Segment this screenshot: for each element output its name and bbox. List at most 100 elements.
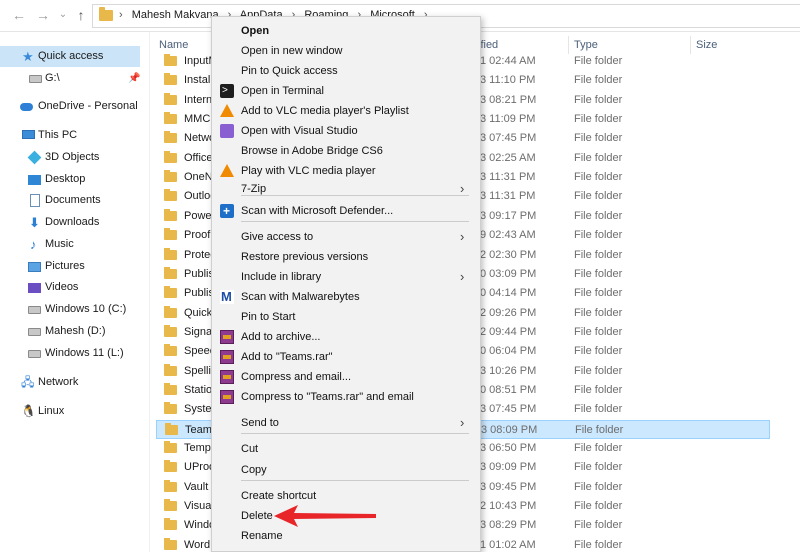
- folder-icon: [164, 92, 177, 105]
- sidebar-item-this-pc[interactable]: This PC: [0, 125, 140, 146]
- menu-item-add-to-teams-rar[interactable]: Add to "Teams.rar": [212, 347, 480, 367]
- menu-item-label: Rename: [241, 530, 283, 542]
- menu-item-label: Scan with Microsoft Defender...: [241, 205, 394, 217]
- sidebar-item-label: Windows 11 (L:): [45, 347, 124, 359]
- menu-item-open-in-new-window[interactable]: Open in new window: [212, 41, 480, 61]
- chevron-right-icon: ›: [460, 415, 465, 430]
- sidebar-item-downloads[interactable]: ⬇ Downloads: [0, 212, 140, 233]
- menu-item-label: Play with VLC media player: [241, 165, 376, 177]
- up-arrow-icon[interactable]: ↑: [72, 6, 90, 24]
- sidebar-item-windows-10-c[interactable]: Windows 10 (C:): [0, 299, 140, 320]
- sidebar-item-pictures[interactable]: Pictures: [0, 256, 140, 277]
- file-date-modified: 3 11:31 PM: [480, 190, 536, 203]
- folder-icon: [164, 112, 177, 125]
- sidebar-item-label: Windows 10 (C:): [45, 303, 127, 315]
- sidebar-item-g-drive[interactable]: G:\ 📌: [0, 68, 140, 89]
- file-type: File folder: [574, 229, 623, 242]
- file-name: Word: [184, 538, 211, 551]
- menu-item-restore-previous-versions[interactable]: Restore previous versions: [212, 247, 480, 267]
- sidebar-item-label: Network: [38, 376, 79, 388]
- folder-icon: [164, 363, 177, 376]
- cube-icon: [27, 150, 42, 165]
- sidebar-item-label: 3D Objects: [45, 151, 100, 163]
- folder-icon: [164, 499, 177, 512]
- menu-item-copy[interactable]: Copy: [212, 460, 480, 480]
- folder-icon: [164, 305, 177, 318]
- sidebar-item-desktop[interactable]: Desktop: [0, 169, 140, 190]
- sidebar-item-network[interactable]: 🖧 Network: [0, 372, 140, 393]
- folder-icon: [164, 131, 177, 144]
- cloud-icon: [20, 103, 33, 111]
- videos-icon: [28, 283, 41, 293]
- menu-separator: [241, 221, 469, 222]
- forward-arrow-icon[interactable]: →: [34, 6, 52, 24]
- file-date-modified: 3 11:09 PM: [480, 113, 536, 126]
- menu-item-give-access-to[interactable]: Give access to ›: [212, 227, 480, 247]
- sidebar-item-videos[interactable]: Videos: [0, 277, 140, 298]
- file-type: File folder: [574, 306, 623, 319]
- folder-icon: [164, 537, 177, 550]
- menu-item-add-to-vlc-media-player-s-playlist[interactable]: Add to VLC media player's Playlist: [212, 101, 480, 121]
- sidebar-item-linux[interactable]: 🐧 Linux: [0, 401, 140, 422]
- menu-item-open-with-visual-studio[interactable]: Open with Visual Studio: [212, 121, 480, 141]
- sidebar-item-onedrive[interactable]: OneDrive - Personal: [0, 96, 140, 117]
- menu-item-compress-to-teams-rar-and-email[interactable]: Compress to "Teams.rar" and email: [212, 387, 480, 407]
- sidebar-item-windows-11-l[interactable]: Windows 11 (L:): [0, 343, 140, 364]
- winrar-icon: [220, 350, 234, 364]
- menu-item-label: Open in Terminal: [241, 85, 324, 97]
- menu-item-pin-to-start[interactable]: Pin to Start: [212, 307, 480, 327]
- file-type: File folder: [574, 345, 623, 358]
- menu-item-scan-with-malwarebytes[interactable]: Scan with Malwarebytes: [212, 287, 480, 307]
- menu-item-include-in-library[interactable]: Include in library ›: [212, 267, 480, 287]
- menu-item-compress-and-email[interactable]: Compress and email...: [212, 367, 480, 387]
- file-type: File folder: [574, 287, 623, 300]
- menu-item-browse-in-adobe-bridge-cs6[interactable]: Browse in Adobe Bridge CS6: [212, 141, 480, 161]
- navigation-pane: ★ Quick access G:\ 📌 OneDrive - Personal…: [0, 32, 150, 552]
- folder-icon: [164, 460, 177, 473]
- winrar-icon: [220, 370, 234, 384]
- sidebar-item-documents[interactable]: Documents: [0, 190, 140, 211]
- sidebar-item-label: Pictures: [45, 260, 85, 272]
- menu-item-scan-with-microsoft-defender[interactable]: Scan with Microsoft Defender...: [212, 201, 480, 221]
- menu-item-rename[interactable]: Rename: [212, 526, 480, 546]
- menu-item-label: Include in library: [241, 271, 322, 283]
- annotation-arrow-icon: [274, 505, 376, 527]
- file-date-modified: 3 02:25 AM: [480, 151, 536, 164]
- menu-item-label: Pin to Start: [241, 311, 296, 323]
- menu-item-open[interactable]: Open: [212, 21, 480, 41]
- file-date-modified: 2 09:26 PM: [480, 306, 537, 319]
- defender-icon: [220, 201, 234, 221]
- malwarebytes-icon: [220, 287, 234, 307]
- menu-item-label: Send to: [241, 417, 279, 429]
- folder-icon: [164, 479, 177, 492]
- file-type: File folder: [574, 74, 623, 87]
- sidebar-item-quick-access[interactable]: ★ Quick access: [0, 46, 140, 67]
- breadcrumb-item[interactable]: Mahesh Makvana: [132, 9, 219, 21]
- file-type: File folder: [574, 132, 623, 145]
- file-date-modified: 3 07:45 PM: [480, 132, 537, 145]
- file-type: File folder: [574, 325, 623, 338]
- menu-item-cut[interactable]: Cut: [212, 439, 480, 459]
- file-type: File folder: [574, 480, 623, 493]
- menu-item-label: Give access to: [241, 231, 314, 243]
- pin-icon[interactable]: 📌: [128, 68, 140, 89]
- sidebar-item-3d-objects[interactable]: 3D Objects: [0, 147, 140, 168]
- menu-item-7-zip[interactable]: 7-Zip ›: [212, 179, 480, 199]
- recent-chevron-icon[interactable]: ⌄: [54, 6, 72, 24]
- winrar-icon: [220, 330, 234, 344]
- menu-item-send-to[interactable]: Send to ›: [212, 413, 480, 433]
- sidebar-item-mahesh-d[interactable]: Mahesh (D:): [0, 321, 140, 342]
- star-icon: ★: [22, 49, 34, 64]
- sidebar-item-label: Downloads: [45, 216, 100, 228]
- drive-icon: [28, 350, 41, 358]
- file-type: File folder: [574, 267, 623, 280]
- drive-icon: [28, 306, 41, 314]
- menu-item-play-with-vlc-media-player[interactable]: Play with VLC media player: [212, 161, 480, 181]
- file-type: File folder: [574, 383, 623, 396]
- menu-item-pin-to-quick-access[interactable]: Pin to Quick access: [212, 61, 480, 81]
- file-date-modified: 1 02:44 AM: [480, 55, 536, 67]
- sidebar-item-music[interactable]: ♪ Music: [0, 234, 140, 255]
- back-arrow-icon[interactable]: ←: [10, 6, 28, 24]
- menu-item-add-to-archive[interactable]: Add to archive...: [212, 327, 480, 347]
- menu-item-open-in-terminal[interactable]: Open in Terminal: [212, 81, 480, 101]
